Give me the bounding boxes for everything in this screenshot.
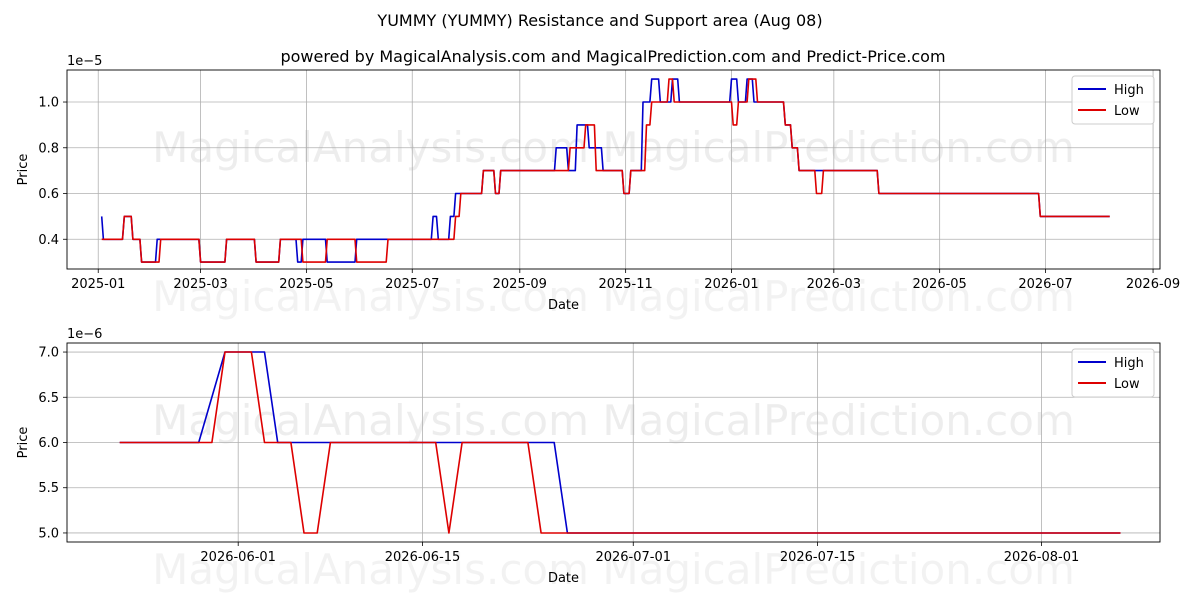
legend-label-low: Low: [1114, 104, 1140, 119]
y-tick-label: 0.6: [38, 187, 59, 202]
legend-label-low: Low: [1114, 377, 1140, 392]
y-tick-label: 7.0: [38, 346, 59, 361]
watermark: MagicalAnalysis.com MagicalPrediction.co…: [152, 396, 1075, 445]
x-tick-label: 2025-09: [493, 277, 547, 292]
y-tick-label: 5.5: [38, 481, 59, 496]
y-tick-label: 0.4: [38, 233, 59, 248]
y-tick-label: 5.0: [38, 526, 59, 541]
x-tick-label: 2026-06-01: [200, 550, 276, 565]
x-tick-label: 2026-09: [1126, 277, 1180, 292]
x-tick-label: 2026-01: [704, 277, 758, 292]
x-tick-label: 2025-07: [385, 277, 439, 292]
y-axis-label: Price: [16, 427, 31, 459]
legend-label-high: High: [1114, 356, 1144, 371]
x-tick-label: 2025-11: [598, 277, 652, 292]
x-tick-label: 2026-08-01: [1004, 550, 1080, 565]
x-tick-label: 2026-03: [807, 277, 861, 292]
chart-subtitle: powered by MagicalAnalysis.com and Magic…: [280, 47, 945, 66]
y-axis-label: Price: [16, 154, 31, 186]
y-tick-label: 0.8: [38, 141, 59, 156]
x-tick-label: 2026-05: [913, 277, 967, 292]
x-tick-label: 2025-03: [173, 277, 227, 292]
chart-root: YUMMY (YUMMY) Resistance and Support are…: [0, 0, 1200, 600]
x-axis-label: Date: [548, 298, 579, 313]
x-axis-label: Date: [548, 571, 579, 586]
x-tick-label: 2026-07-15: [780, 550, 856, 565]
x-tick-label: 2026-06-15: [385, 550, 461, 565]
y-tick-label: 1.0: [38, 96, 59, 111]
y-tick-label: 6.5: [38, 391, 59, 406]
y-exponent-label: 1e−5: [67, 54, 102, 69]
chart-title: YUMMY (YUMMY) Resistance and Support are…: [376, 11, 822, 30]
x-tick-label: 2025-05: [279, 277, 333, 292]
legend-label-high: High: [1114, 83, 1144, 98]
y-exponent-label: 1e−6: [67, 327, 102, 342]
chart-panel-2: MagicalAnalysis.com MagicalPrediction.co…: [16, 327, 1161, 594]
x-tick-label: 2026-07: [1018, 277, 1072, 292]
chart-canvas: YUMMY (YUMMY) Resistance and Support are…: [16, 11, 1180, 594]
y-tick-label: 6.0: [38, 436, 59, 451]
x-tick-label: 2025-01: [71, 277, 125, 292]
x-tick-label: 2026-07-01: [595, 550, 671, 565]
chart-panel-1: MagicalAnalysis.com MagicalPrediction.co…: [16, 54, 1180, 321]
